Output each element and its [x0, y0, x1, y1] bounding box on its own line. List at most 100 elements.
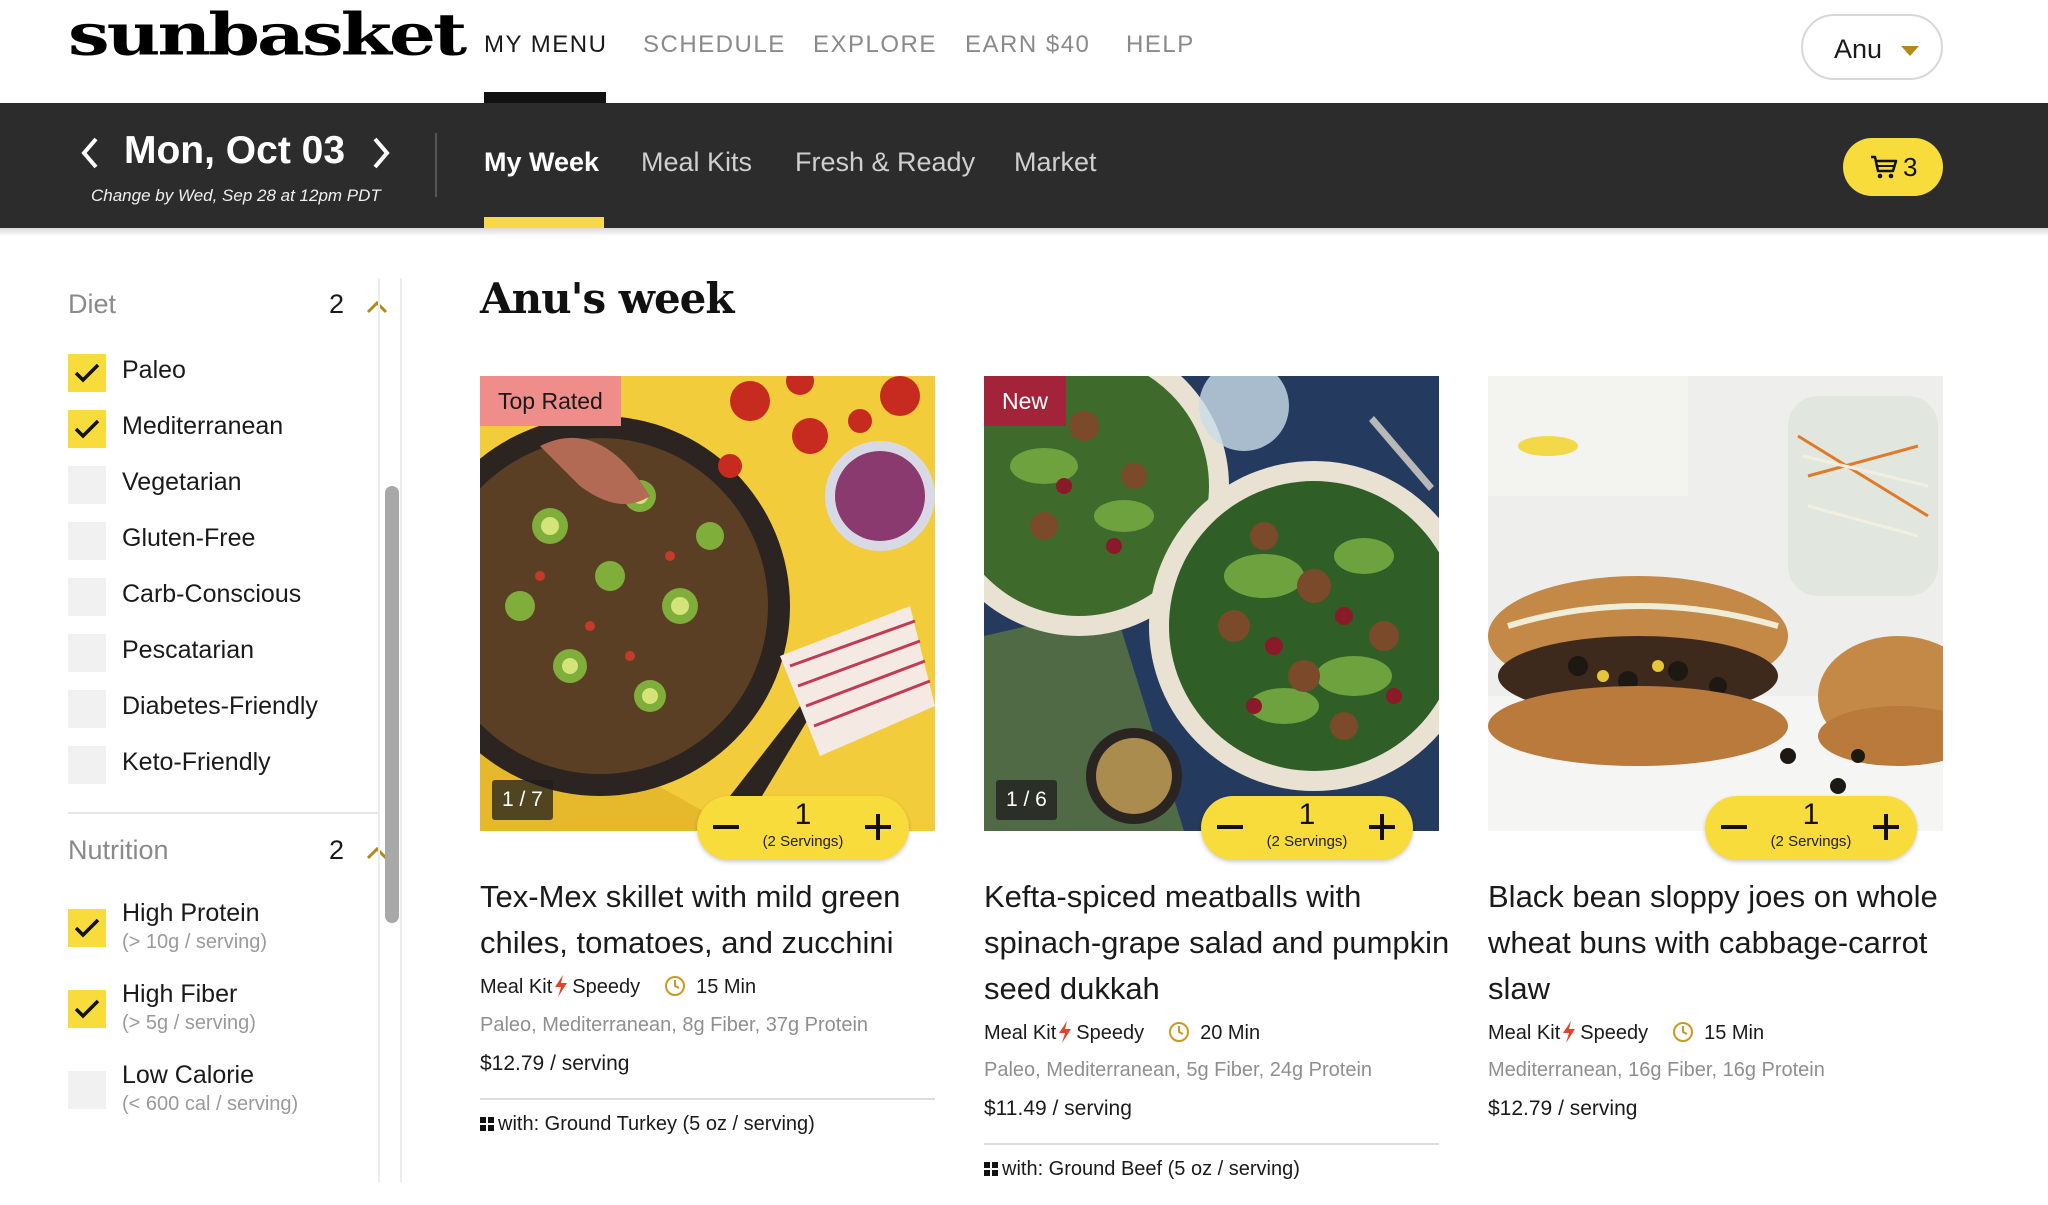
change-deadline-note: Change by Wed, Sep 28 at 12pm PDT — [91, 186, 381, 205]
clock-icon — [665, 976, 686, 996]
tab-my-week[interactable]: My Week — [484, 147, 599, 178]
grid-icon — [480, 1117, 494, 1131]
clock-icon — [1169, 1022, 1190, 1042]
recipe-tags: Mediterranean, 16g Fiber, 16g Protein — [1488, 1059, 1825, 1081]
checkbox-gluten-free[interactable] — [68, 522, 106, 560]
protein-label: with: Ground Beef (5 oz / serving) — [1002, 1158, 1300, 1180]
user-name: Anu — [1834, 34, 1883, 64]
check-icon — [74, 999, 100, 1019]
checkbox-carb-conscious[interactable] — [68, 578, 106, 616]
recipe-photo-kefta-meatballs[interactable]: New 1 / 6 — [984, 376, 1439, 831]
grid-icon — [984, 1162, 998, 1176]
diet-label-mediterranean[interactable]: Mediterranean — [122, 412, 283, 441]
diet-section-title[interactable]: Diet — [68, 289, 116, 320]
nutrition-label-high-fiber[interactable]: High Fiber — [122, 980, 237, 1009]
card-divider — [480, 1098, 935, 1100]
nutrition-label-high-protein[interactable]: High Protein — [122, 899, 260, 928]
recipe-meta: Meal Kit Speedy 20 Min — [984, 1021, 1260, 1045]
recipe-price: $11.49 / serving — [984, 1097, 1132, 1120]
diet-filter-count: 2 — [329, 289, 345, 319]
checkbox-diabetes-friendly[interactable] — [68, 690, 106, 728]
recipe-photo-sloppy-joes[interactable] — [1488, 376, 1943, 831]
page-title: Anu's week — [480, 274, 734, 323]
diet-label-pescatarian[interactable]: Pescatarian — [122, 636, 254, 665]
nav-explore[interactable]: EXPLORE — [813, 31, 937, 59]
kit-type: Meal Kit — [1488, 1022, 1561, 1044]
divider — [435, 133, 437, 197]
diet-label-diabetes-friendly[interactable]: Diabetes-Friendly — [122, 692, 318, 721]
chevron-left-icon[interactable] — [76, 133, 106, 173]
chevron-right-icon[interactable] — [365, 133, 395, 173]
recipe-card[interactable]: Top Rated 1 / 7 1 (2 Servings) Tex-Mex s… — [480, 376, 935, 1205]
checkbox-paleo[interactable] — [68, 354, 106, 392]
checkbox-keto-friendly[interactable] — [68, 746, 106, 784]
sidebar-scroll-thumb[interactable] — [385, 486, 399, 923]
nutrition-label-low-calorie[interactable]: Low Calorie — [122, 1061, 254, 1090]
lightning-bolt-icon — [1563, 1021, 1576, 1043]
quantity-stepper[interactable]: 1 (2 Servings) — [1705, 796, 1917, 860]
cook-time: 15 Min — [1704, 1022, 1765, 1044]
nav-my-menu[interactable]: MY MENU — [484, 31, 607, 59]
diet-label-keto-friendly[interactable]: Keto-Friendly — [122, 748, 271, 777]
filter-sidebar: Diet 2 Paleo Mediterranean Vegetarian Gl… — [0, 236, 405, 1205]
active-nav-indicator — [484, 92, 606, 103]
week-bar: Mon, Oct 03 Change by Wed, Sep 28 at 12p… — [0, 103, 2048, 228]
diet-label-paleo[interactable]: Paleo — [122, 356, 186, 385]
tab-market[interactable]: Market — [1014, 147, 1097, 178]
recipe-title[interactable]: Black bean sloppy joes on whole wheat bu… — [1488, 874, 1958, 1012]
nutrition-section-title[interactable]: Nutrition — [68, 835, 169, 866]
clock-icon — [1673, 1022, 1694, 1042]
checkbox-high-protein[interactable] — [68, 909, 106, 947]
nutrition-sub-high-fiber: (> 5g / serving) — [122, 1012, 256, 1034]
photo-pager: 1 / 6 — [996, 780, 1057, 820]
checkbox-pescatarian[interactable] — [68, 634, 106, 672]
top-navigation: sunbasket MY MENU SCHEDULE EXPLORE EARN … — [0, 0, 2048, 103]
sunbasket-logo[interactable]: sunbasket — [68, 6, 467, 64]
protein-label: with: Ground Turkey (5 oz / serving) — [498, 1113, 815, 1135]
nutrition-sub-high-protein: (> 10g / serving) — [122, 931, 268, 953]
checkbox-mediterranean[interactable] — [68, 410, 106, 448]
recipe-photo-tex-mex-skillet[interactable]: Top Rated 1 / 7 — [480, 376, 935, 831]
diet-label-gluten-free[interactable]: Gluten-Free — [122, 524, 255, 553]
protein-option[interactable]: with: Ground Turkey (5 oz / serving) — [480, 1113, 815, 1136]
protein-option[interactable]: with: Ground Beef (5 oz / serving) — [984, 1158, 1300, 1181]
plus-icon[interactable] — [876, 814, 880, 840]
plus-icon[interactable] — [1380, 814, 1384, 840]
caret-down-icon — [1901, 46, 1919, 56]
recipe-title[interactable]: Tex-Mex skillet with mild green chiles, … — [480, 874, 950, 966]
recipe-meta: Meal Kit Speedy 15 Min — [480, 975, 756, 999]
tab-fresh-ready[interactable]: Fresh & Ready — [795, 147, 975, 178]
checkbox-high-fiber[interactable] — [68, 990, 106, 1028]
diet-label-vegetarian[interactable]: Vegetarian — [122, 468, 242, 497]
section-divider — [68, 812, 378, 814]
user-menu-button[interactable]: Anu — [1801, 14, 1943, 80]
cart-button[interactable]: 3 — [1843, 138, 1943, 196]
recipe-card[interactable]: New 1 / 6 1 (2 Servings) Kefta-spiced me… — [984, 376, 1449, 1205]
nutrition-sub-low-calorie: (< 600 cal / serving) — [122, 1093, 299, 1115]
nav-schedule[interactable]: SCHEDULE — [643, 31, 786, 59]
cook-time: 20 Min — [1200, 1022, 1261, 1044]
quantity-stepper[interactable]: 1 (2 Servings) — [697, 796, 909, 860]
recipe-tags: Paleo, Mediterranean, 8g Fiber, 37g Prot… — [480, 1014, 869, 1036]
nutrition-filter-count: 2 — [329, 835, 345, 865]
check-icon — [74, 419, 100, 439]
tab-meal-kits[interactable]: Meal Kits — [641, 147, 752, 178]
kit-type: Meal Kit — [480, 976, 553, 998]
check-icon — [74, 363, 100, 383]
recipe-price: $12.79 / serving — [480, 1052, 630, 1075]
checkbox-vegetarian[interactable] — [68, 466, 106, 504]
recipe-price: $12.79 / serving — [1488, 1097, 1638, 1120]
checkbox-low-calorie[interactable] — [68, 1071, 106, 1109]
nav-help[interactable]: HELP — [1126, 31, 1195, 59]
nav-earn[interactable]: EARN $40 — [965, 31, 1090, 59]
speed-label: Speedy — [572, 976, 641, 998]
speed-label: Speedy — [1076, 1022, 1145, 1044]
cart-count: 3 — [1903, 152, 1918, 182]
recipe-title[interactable]: Kefta-spiced meatballs with spinach-grap… — [984, 874, 1454, 1012]
diet-label-carb-conscious[interactable]: Carb-Conscious — [122, 580, 301, 609]
card-divider — [984, 1143, 1439, 1145]
speed-label: Speedy — [1580, 1022, 1649, 1044]
recipe-card[interactable]: 1 (2 Servings) Black bean sloppy joes on… — [1488, 376, 1943, 1205]
plus-icon[interactable] — [1884, 814, 1888, 840]
quantity-stepper[interactable]: 1 (2 Servings) — [1201, 796, 1413, 860]
